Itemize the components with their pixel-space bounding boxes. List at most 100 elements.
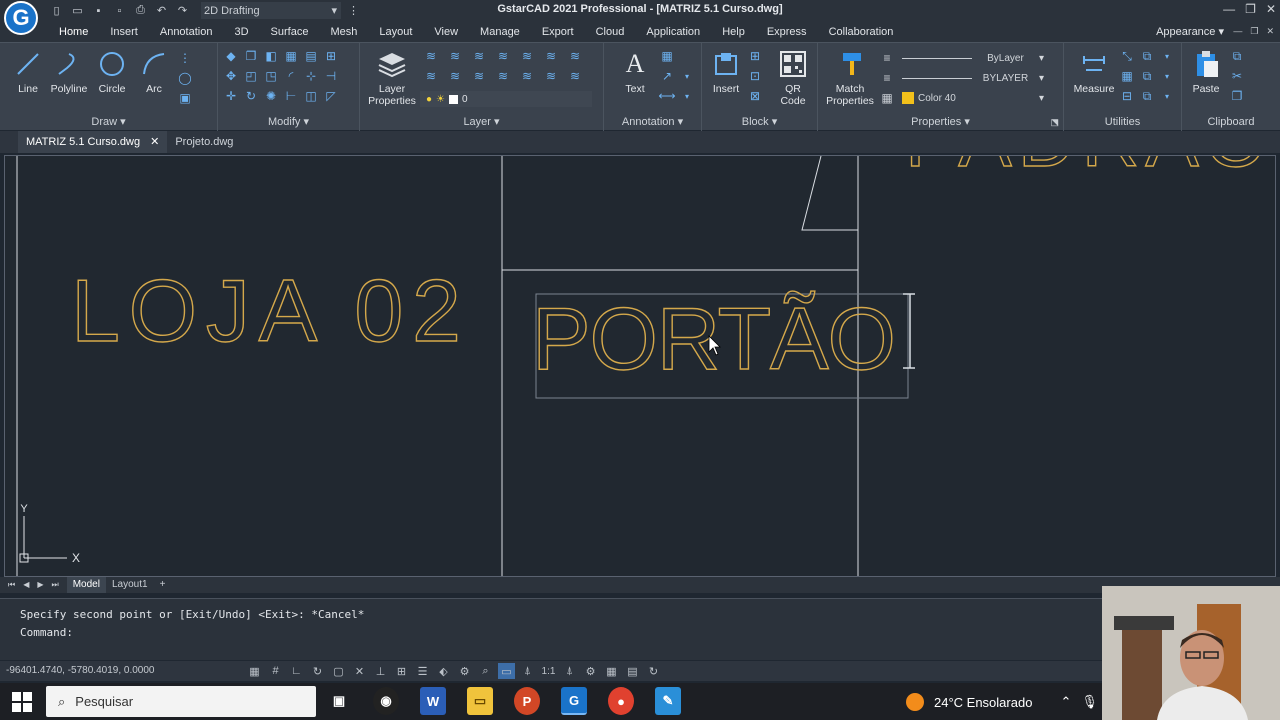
layer-prev-icon[interactable]: ≋ (422, 67, 440, 85)
block-attribute-icon[interactable]: ⊠ (746, 87, 764, 105)
color-list-icon[interactable]: ▦ (878, 89, 896, 107)
dimension-dropdown-icon[interactable]: ▾ (678, 87, 696, 105)
trim-icon[interactable]: ⊹ (302, 67, 320, 85)
clipboard-panel-title[interactable]: Clipboard (1182, 116, 1280, 128)
obs-icon[interactable]: ◉ (373, 687, 399, 715)
break-icon[interactable]: ⊢ (282, 87, 300, 105)
align-icon[interactable]: ⊞ (322, 47, 340, 65)
properties-panel-title[interactable]: Properties ▾ (818, 115, 1063, 128)
erase-icon[interactable]: ◆ (222, 47, 240, 65)
lineweight-icon[interactable]: ≡ (878, 69, 896, 87)
copy-icon[interactable]: ❐ (242, 47, 260, 65)
layer-on-icon[interactable]: ≋ (470, 67, 488, 85)
tab-3d[interactable]: 3D (223, 22, 259, 42)
taskbar-search[interactable]: ⌕ Pesquisar (46, 686, 316, 717)
doc-minimize-icon[interactable]: — (1233, 26, 1242, 37)
customize-status-icon[interactable]: ↻ (645, 663, 662, 679)
minimize-icon[interactable]: — (1223, 2, 1235, 16)
selection-cycling-icon[interactable]: ⚙ (456, 663, 473, 679)
tab-application[interactable]: Application (635, 22, 711, 42)
ortho-icon[interactable]: ∟ (288, 663, 305, 679)
calculator-icon[interactable]: ▦ (1118, 67, 1136, 85)
arc-button[interactable]: Arc (132, 49, 176, 95)
polyline-button[interactable]: Polyline (47, 49, 91, 95)
circle-button[interactable]: Circle (90, 49, 134, 95)
select-all-icon[interactable]: ⧉ (1138, 67, 1156, 85)
extend-icon[interactable]: ⊣ (322, 67, 340, 85)
tab-view[interactable]: View (423, 22, 469, 42)
windows-start-button[interactable] (12, 692, 32, 712)
count-icon[interactable]: ⊟ (1118, 87, 1136, 105)
layer-panel-title[interactable]: Layer ▾ (360, 115, 603, 128)
layer-off-icon[interactable]: ≋ (470, 47, 488, 65)
annotation-panel-title[interactable]: Annotation ▾ (604, 115, 701, 128)
close-icon[interactable]: ✕ (1266, 2, 1276, 16)
zoom-icon[interactable]: ⌕ (477, 663, 494, 679)
model-space-icon[interactable]: ▭ (498, 663, 515, 679)
tab-collaboration[interactable]: Collaboration (818, 22, 905, 42)
measure-button[interactable]: Measure (1072, 49, 1116, 95)
copy-base-icon[interactable]: ❐ (1228, 87, 1246, 105)
drawing-svg[interactable]: LOJA 02 PORTÃO PADRÃO Y X (5, 156, 1276, 577)
layer-freeze-icon[interactable]: ≋ (494, 47, 512, 65)
layer-merge-icon[interactable]: ≋ (542, 67, 560, 85)
paint-icon[interactable]: ✎ (655, 687, 681, 715)
lineweight-dropdown[interactable]: BYLAYER ▾ (898, 69, 1048, 87)
match-properties-button[interactable]: Match Properties (824, 49, 876, 107)
next-layout-icon[interactable]: ▶ (37, 580, 43, 590)
tab-insert[interactable]: Insert (99, 22, 149, 42)
layer-lock-icon[interactable]: ≋ (518, 47, 536, 65)
polar-icon[interactable]: ↻ (309, 663, 326, 679)
quick-select-icon[interactable]: ▾ (1158, 47, 1176, 65)
layer-match-icon[interactable]: ≋ (542, 47, 560, 65)
linetype-dropdown[interactable]: ByLayer ▾ (898, 49, 1048, 67)
transparency-icon[interactable]: ⬖ (435, 663, 452, 679)
cut-icon[interactable]: ✂ (1228, 67, 1246, 85)
more-utilities-icon[interactable]: ▾ (1158, 67, 1176, 85)
chrome-icon[interactable]: ● (608, 687, 634, 715)
redo-icon[interactable]: ↷ (174, 2, 191, 19)
task-view-icon[interactable]: ▣ (326, 687, 352, 715)
dynamic-input-icon[interactable]: ⊞ (393, 663, 410, 679)
customize-qat-icon[interactable]: ⋮ (345, 2, 362, 19)
layer-delete-icon[interactable]: ≋ (566, 67, 584, 85)
layer-unisolate-icon[interactable]: ≋ (446, 67, 464, 85)
layer-isolate-icon[interactable]: ≋ (446, 47, 464, 65)
tab-export[interactable]: Export (531, 22, 585, 42)
tab-model[interactable]: Model (66, 577, 106, 593)
osnap-icon[interactable]: ▢ (330, 663, 347, 679)
insert-block-button[interactable]: Insert (706, 49, 746, 95)
print-icon[interactable]: ⎙ (132, 2, 149, 19)
select-similar-icon[interactable]: ⧉ (1138, 47, 1156, 65)
maximize-icon[interactable]: ❐ (1245, 2, 1256, 16)
undo-icon[interactable]: ↶ (153, 2, 170, 19)
lineweight-toggle-icon[interactable]: ☰ (414, 663, 431, 679)
modify-panel-title[interactable]: Modify ▾ (218, 115, 359, 128)
microphone-icon[interactable]: 🎙 (1081, 694, 1098, 710)
tab-express[interactable]: Express (756, 22, 818, 42)
command-input[interactable] (80, 626, 1090, 642)
tab-mesh[interactable]: Mesh (319, 22, 368, 42)
text-button[interactable]: A Text (612, 49, 658, 96)
fillet-icon[interactable]: ◜ (282, 67, 300, 85)
prev-layout-icon[interactable]: ◀ (23, 580, 29, 590)
explode-icon[interactable]: ✺ (262, 87, 280, 105)
hatch-icon[interactable]: ⋮ (176, 49, 194, 67)
leader-dropdown-icon[interactable]: ▾ (678, 67, 696, 85)
save-icon[interactable]: ▪ (90, 2, 107, 19)
tab-layout1[interactable]: Layout1 (106, 577, 154, 593)
scale-icon[interactable]: ◰ (242, 67, 260, 85)
tab-layout[interactable]: Layout (368, 22, 423, 42)
create-block-icon[interactable]: ⊞ (746, 47, 764, 65)
app-menu-button[interactable]: G (4, 1, 38, 35)
rotate-ccw-icon[interactable]: ↻ (242, 87, 260, 105)
doc-restore-icon[interactable]: ❐ (1250, 26, 1258, 37)
rotate-icon[interactable]: ✛ (222, 87, 240, 105)
appearance-menu[interactable]: Appearance ▾ (1156, 25, 1224, 38)
properties-launcher-icon[interactable]: ⬔ (1050, 117, 1059, 128)
utilities-panel-title[interactable]: Utilities (1064, 116, 1181, 128)
scale-value[interactable]: 1:1 (540, 663, 557, 679)
linetype-icon[interactable]: ≡ (878, 49, 896, 67)
chamfer-icon[interactable]: ◸ (322, 87, 340, 105)
clean-screen-icon[interactable]: ▤ (624, 663, 641, 679)
